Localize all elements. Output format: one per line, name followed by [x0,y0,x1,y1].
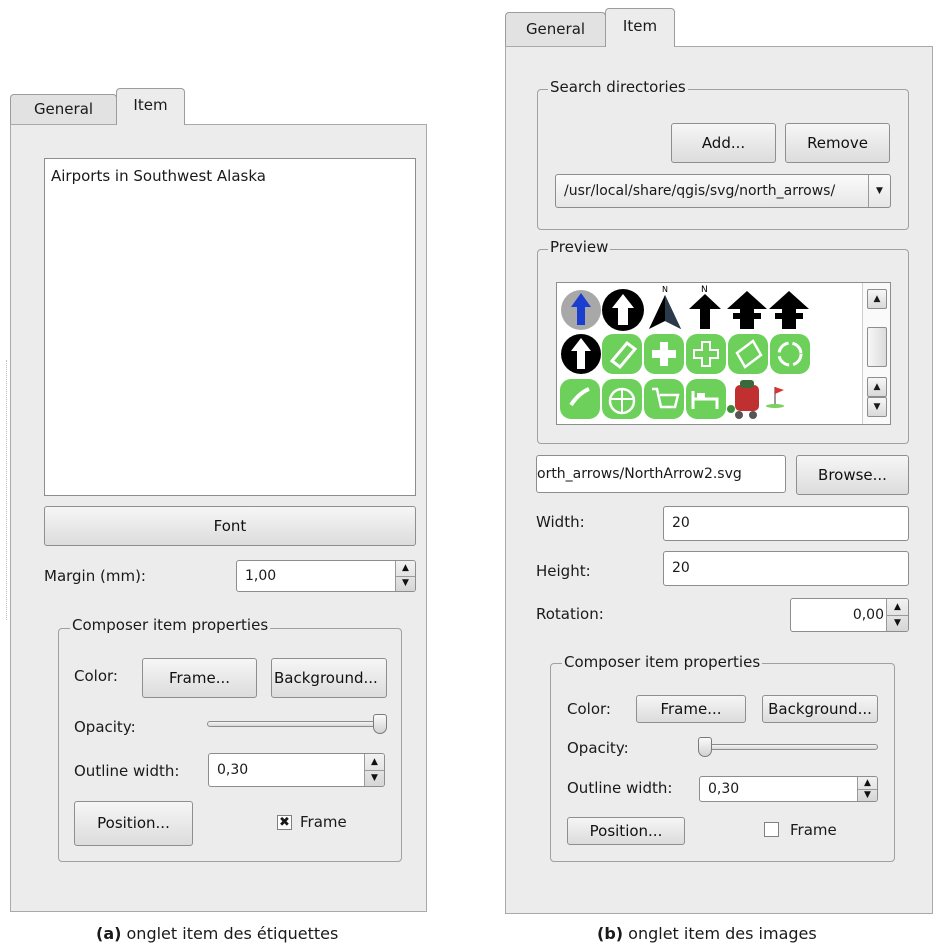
frame-checkbox-label: Frame [300,813,347,831]
rotation-label: Rotation: [536,605,604,623]
north-arrow-n-icon[interactable]: N [689,285,721,329]
rotation-spin-buttons[interactable]: ▲ ▼ [886,599,908,631]
arrow-circle-icon[interactable] [602,289,644,331]
opacity-label: Opacity: [74,718,136,736]
tab-item[interactable]: Item [116,88,185,125]
bed-icon[interactable] [686,379,726,419]
outline-width-spinbox[interactable]: 0,30 ▲ ▼ [699,776,878,802]
height-label: Height: [536,562,591,580]
background-color-button[interactable]: Background... [271,658,387,698]
basket-icon[interactable] [602,379,642,419]
scroll-up-icon[interactable]: ▲ [867,377,887,397]
backpack-icon[interactable] [727,380,759,419]
caption-a-text: onglet item des étiquettes [121,924,339,943]
background-color-button[interactable]: Background... [762,695,878,723]
outline-width-label: Outline width: [567,779,673,797]
directory-value: /usr/local/share/qgis/svg/north_arrows/ [564,183,836,199]
svg-file-path-value: orth_arrows/NorthArrow2.svg [537,466,742,482]
position-button[interactable]: Position... [567,817,685,845]
rotation-spinbox[interactable]: 0,00 ▲ ▼ [790,598,909,632]
caption-a-letter: (a) [96,924,122,943]
composer-group-title: Composer item properties [562,653,763,671]
outline-width-value: 0,30 [217,762,249,778]
remove-directory-button[interactable]: Remove [785,123,890,163]
tab-general[interactable]: General [10,94,117,124]
search-directories-title: Search directories [548,78,688,96]
position-button[interactable]: Position... [74,801,193,846]
frame-checkbox[interactable] [764,822,779,837]
frame-checkbox-label: Frame [790,821,837,839]
outline-spin-buttons[interactable]: ▲ ▼ [857,777,877,801]
caption-b: (b) onglet item des images [597,924,817,943]
preview-icons: N N [560,285,810,419]
opacity-slider-handle[interactable] [373,714,387,734]
spin-up-icon[interactable]: ▲ [887,599,908,616]
arrow-blue-icon[interactable] [561,290,601,330]
composer-group-title: Composer item properties [70,616,271,634]
cross-outline-icon[interactable] [686,334,726,374]
scroll-thumb[interactable] [867,327,887,367]
cross-icon[interactable] [644,334,684,374]
outline-width-value: 0,30 [708,781,740,797]
ticket-icon[interactable] [728,334,768,374]
margin-spin-buttons[interactable]: ▲ ▼ [395,561,415,591]
add-directory-button[interactable]: Add... [671,123,776,163]
svg-preview-list[interactable]: N N ▲ ▲ ▼ [556,282,891,425]
scroll-down-icon[interactable]: ▼ [867,397,887,417]
margin-spinbox[interactable]: 1,00 ▲ ▼ [236,560,416,592]
spin-down-icon[interactable]: ▼ [858,789,877,801]
tab-item[interactable]: Item [605,8,675,47]
margin-label: Margin (mm): [44,567,146,585]
outline-width-spinbox[interactable]: 0,30 ▲ ▼ [208,753,385,787]
preview-title: Preview [548,238,611,256]
color-label: Color: [567,700,611,718]
spin-up-icon[interactable]: ▲ [365,754,384,771]
svg-file-path-field[interactable]: orth_arrows/NorthArrow2.svg [536,455,786,493]
svg-text:N: N [662,285,668,294]
browse-button[interactable]: Browse... [796,455,909,495]
spin-up-icon[interactable]: ▲ [396,561,415,577]
golf-flag-icon[interactable] [766,387,784,408]
width-label: Width: [536,513,585,531]
spin-down-icon[interactable]: ▼ [365,770,384,786]
north-triangle-icon[interactable]: N [649,285,681,329]
frame-color-button[interactable]: Frame... [142,658,257,698]
font-button[interactable]: Font [44,506,416,546]
spin-down-icon[interactable]: ▼ [396,576,415,591]
spin-down-icon[interactable]: ▼ [887,615,908,631]
recycle-icon[interactable] [770,334,810,374]
color-label: Color: [74,667,118,685]
preview-scrollbar[interactable]: ▲ ▲ ▼ [862,283,890,424]
chevron-down-icon[interactable]: ▼ [868,175,890,207]
rotation-value: 0,00 [852,607,884,623]
frame-checkbox[interactable]: ✖ [277,815,292,830]
splitter-left[interactable] [6,360,7,620]
directory-combobox[interactable]: /usr/local/share/qgis/svg/north_arrows/ … [555,174,891,208]
scroll-up-icon[interactable]: ▲ [867,289,887,309]
opacity-label: Opacity: [567,739,629,757]
outline-spin-buttons[interactable]: ▲ ▼ [364,754,384,786]
tab-general[interactable]: General [505,12,606,46]
svg-text:N: N [701,285,708,295]
opacity-slider[interactable] [698,744,878,750]
north-arrow-bold2-icon[interactable] [769,291,809,329]
check-mark-icon: ✖ [279,815,290,830]
caption-b-text: onglet item des images [623,924,817,943]
height-field[interactable]: 20 [663,551,909,586]
north-arrow-bold-icon[interactable] [727,291,767,329]
arrow-circle-black-icon[interactable] [561,334,601,374]
opacity-slider[interactable] [207,721,387,727]
tag-icon[interactable] [602,334,642,374]
cart-icon[interactable] [644,379,684,419]
margin-value: 1,00 [245,568,277,584]
frame-color-button[interactable]: Frame... [636,695,746,723]
width-field[interactable]: 20 [663,506,909,541]
phone-icon[interactable] [560,379,600,419]
caption-b-letter: (b) [597,924,624,943]
opacity-slider-handle[interactable] [698,737,712,757]
outline-width-label: Outline width: [74,762,180,780]
caption-a: (a) onglet item des étiquettes [96,924,338,943]
label-text-editor[interactable]: Airports in Southwest Alaska [44,158,416,496]
